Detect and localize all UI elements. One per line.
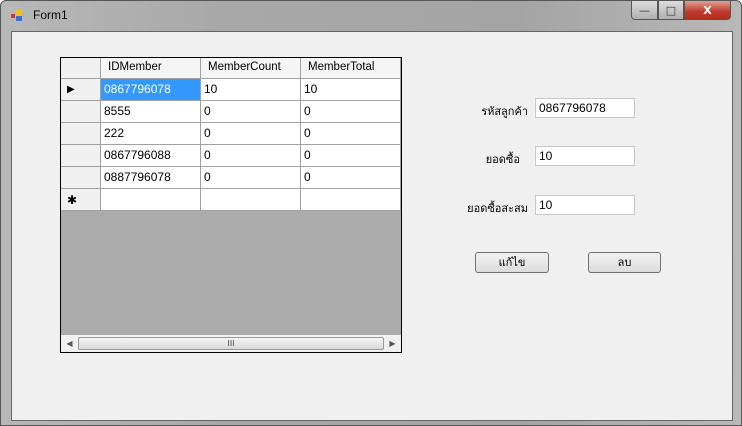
table-row[interactable]: 8555 0 0 — [61, 101, 401, 123]
row-header[interactable] — [61, 145, 101, 167]
maximize-button[interactable]: □ — [658, 1, 684, 20]
app-icon — [11, 10, 22, 21]
grid-cell[interactable]: 0 — [301, 101, 401, 123]
grid-header-row: IDMember MemberCount MemberTotal — [61, 58, 401, 80]
grid-cell[interactable] — [101, 189, 201, 211]
table-row[interactable]: 0887796078 0 0 — [61, 167, 401, 189]
customer-id-label: รหัสลูกค้า — [481, 105, 528, 118]
grid-cell[interactable]: 0 — [201, 123, 301, 145]
purchase-label: ยอดซื้อ — [485, 153, 520, 166]
table-row[interactable]: 222 0 0 — [61, 123, 401, 145]
horizontal-scrollbar[interactable]: ◀ III ▶ — [61, 335, 401, 352]
total-purchase-input[interactable]: 10 — [535, 195, 635, 215]
column-header-membercount[interactable]: MemberCount — [201, 58, 301, 79]
grid-cell[interactable]: 0887796078 — [101, 167, 201, 189]
table-row[interactable]: 0867796088 0 0 — [61, 145, 401, 167]
grid-cell[interactable]: 0867796078 — [101, 79, 201, 101]
table-row[interactable]: ▶ 0867796078 10 10 — [61, 79, 401, 101]
column-header-membertotal[interactable]: MemberTotal — [301, 58, 401, 79]
grid-cell[interactable]: 0 — [201, 167, 301, 189]
grid-cell[interactable] — [301, 189, 401, 211]
grid-cell[interactable]: 0 — [201, 145, 301, 167]
new-row-asterisk-icon[interactable]: ✱ — [61, 189, 101, 211]
purchase-input[interactable]: 10 — [535, 146, 635, 166]
scroll-right-icon[interactable]: ▶ — [384, 339, 401, 348]
edit-button[interactable]: แก้ไข — [475, 252, 549, 273]
scroll-left-icon[interactable]: ◀ — [61, 339, 78, 348]
window-title: Form1 — [33, 8, 68, 22]
grid-cell[interactable]: 0 — [301, 167, 401, 189]
members-data-grid[interactable]: IDMember MemberCount MemberTotal ▶ 08677… — [60, 57, 402, 353]
row-header[interactable] — [61, 167, 101, 189]
row-header[interactable] — [61, 101, 101, 123]
minimize-button[interactable]: — — [631, 1, 658, 20]
total-purchase-label: ยอดซื้อสะสม — [467, 202, 528, 215]
scroll-thumb[interactable]: III — [78, 337, 384, 350]
grid-cell[interactable]: 10 — [201, 79, 301, 101]
grid-cell[interactable]: 222 — [101, 123, 201, 145]
grid-cell[interactable]: 0 — [301, 145, 401, 167]
row-header[interactable] — [61, 123, 101, 145]
corner-header[interactable] — [61, 58, 101, 79]
grid-cell[interactable]: 0 — [201, 101, 301, 123]
grid-cell[interactable]: 10 — [301, 79, 401, 101]
column-header-idmember[interactable]: IDMember — [101, 58, 201, 79]
new-row[interactable]: ✱ — [61, 189, 401, 211]
customer-id-input[interactable]: 0867796078 — [535, 98, 635, 118]
current-row-indicator-icon[interactable]: ▶ — [61, 79, 101, 101]
delete-button[interactable]: ลบ — [588, 252, 661, 273]
close-button[interactable]: X — [684, 1, 731, 20]
grid-cell[interactable] — [201, 189, 301, 211]
grid-cell[interactable]: 0 — [301, 123, 401, 145]
grid-cell[interactable]: 8555 — [101, 101, 201, 123]
grid-cell[interactable]: 0867796088 — [101, 145, 201, 167]
